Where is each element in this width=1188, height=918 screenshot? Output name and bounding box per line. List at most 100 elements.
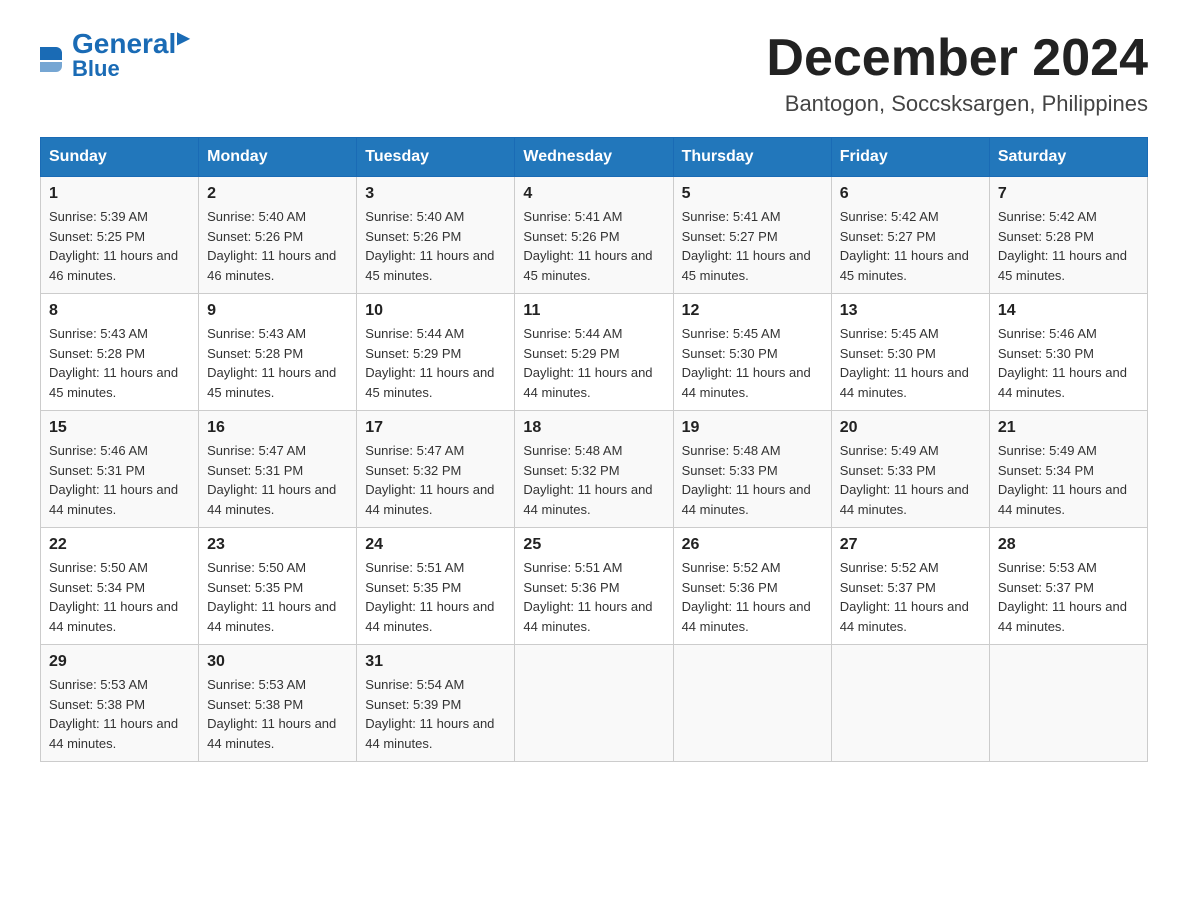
day-number: 11 <box>523 302 664 320</box>
day-number: 13 <box>840 302 981 320</box>
day-info: Sunrise: 5:52 AMSunset: 5:36 PMDaylight:… <box>682 558 823 636</box>
calendar-cell: 1 Sunrise: 5:39 AMSunset: 5:25 PMDaylight… <box>41 177 199 294</box>
calendar-week-row: 22Sunrise: 5:50 AMSunset: 5:34 PMDayligh… <box>41 528 1148 645</box>
col-header-thursday: Thursday <box>673 138 831 177</box>
day-number: 3 <box>365 185 506 203</box>
day-info: Sunrise: 5:49 AMSunset: 5:34 PMDaylight:… <box>998 441 1139 519</box>
calendar-cell: 17Sunrise: 5:47 AMSunset: 5:32 PMDayligh… <box>357 411 515 528</box>
col-header-friday: Friday <box>831 138 989 177</box>
calendar-cell: 28 Sunrise: 5:53 AMSunset: 5:37 PMDayligh… <box>989 528 1147 645</box>
day-number: 23 <box>207 536 348 554</box>
day-number: 14 <box>998 302 1139 320</box>
day-number: 8 <box>49 302 190 320</box>
calendar-cell <box>831 645 989 762</box>
calendar-cell: 18 Sunrise: 5:48 AMSunset: 5:32 PMDayligh… <box>515 411 673 528</box>
day-info: Sunrise: 5:53 AMSunset: 5:37 PMDaylight:… <box>998 558 1139 636</box>
day-number: 26 <box>682 536 823 554</box>
calendar-cell: 5 Sunrise: 5:41 AMSunset: 5:27 PMDaylight… <box>673 177 831 294</box>
day-number: 31 <box>365 653 506 671</box>
day-info: Sunrise: 5:51 AMSunset: 5:36 PMDaylight:… <box>523 558 664 636</box>
day-number: 10 <box>365 302 506 320</box>
day-number: 9 <box>207 302 348 320</box>
calendar-cell: 7Sunrise: 5:42 AMSunset: 5:28 PMDaylight… <box>989 177 1147 294</box>
calendar-cell <box>515 645 673 762</box>
calendar-cell: 23 Sunrise: 5:50 AMSunset: 5:35 PMDayligh… <box>199 528 357 645</box>
calendar-week-row: 29 Sunrise: 5:53 AMSunset: 5:38 PMDayligh… <box>41 645 1148 762</box>
day-number: 29 <box>49 653 190 671</box>
col-header-sunday: Sunday <box>41 138 199 177</box>
day-info: Sunrise: 5:53 AMSunset: 5:38 PMDaylight:… <box>49 675 190 753</box>
col-header-monday: Monday <box>199 138 357 177</box>
col-header-tuesday: Tuesday <box>357 138 515 177</box>
logo-flag-icon <box>40 47 62 72</box>
day-number: 19 <box>682 419 823 437</box>
day-info: Sunrise: 5:45 AMSunset: 5:30 PMDaylight:… <box>682 324 823 402</box>
day-info: Sunrise: 5:43 AMSunset: 5:28 PMDaylight:… <box>207 324 348 402</box>
calendar-cell: 12Sunrise: 5:45 AMSunset: 5:30 PMDayligh… <box>673 294 831 411</box>
col-header-wednesday: Wednesday <box>515 138 673 177</box>
day-number: 4 <box>523 185 664 203</box>
calendar-cell: 10 Sunrise: 5:44 AMSunset: 5:29 PMDayligh… <box>357 294 515 411</box>
day-number: 7 <box>998 185 1139 203</box>
day-info: Sunrise: 5:48 AMSunset: 5:32 PMDaylight:… <box>523 441 664 519</box>
calendar-cell: 3 Sunrise: 5:40 AMSunset: 5:26 PMDaylight… <box>357 177 515 294</box>
calendar-header-row: SundayMondayTuesdayWednesdayThursdayFrid… <box>41 138 1148 177</box>
calendar-cell: 25 Sunrise: 5:51 AMSunset: 5:36 PMDayligh… <box>515 528 673 645</box>
calendar-cell: 30Sunrise: 5:53 AMSunset: 5:38 PMDayligh… <box>199 645 357 762</box>
day-info: Sunrise: 5:48 AMSunset: 5:33 PMDaylight:… <box>682 441 823 519</box>
day-info: Sunrise: 5:41 AMSunset: 5:26 PMDaylight:… <box>523 207 664 285</box>
day-info: Sunrise: 5:43 AMSunset: 5:28 PMDaylight:… <box>49 324 190 402</box>
calendar-cell: 13 Sunrise: 5:45 AMSunset: 5:30 PMDayligh… <box>831 294 989 411</box>
day-number: 25 <box>523 536 664 554</box>
day-number: 24 <box>365 536 506 554</box>
day-info: Sunrise: 5:44 AMSunset: 5:29 PMDaylight:… <box>523 324 664 402</box>
calendar-cell: 9 Sunrise: 5:43 AMSunset: 5:28 PMDaylight… <box>199 294 357 411</box>
location-title: Bantogon, Soccsksargen, Philippines <box>766 91 1148 117</box>
month-title: December 2024 <box>766 30 1148 87</box>
calendar-cell: 14Sunrise: 5:46 AMSunset: 5:30 PMDayligh… <box>989 294 1147 411</box>
day-number: 21 <box>998 419 1139 437</box>
calendar-table: SundayMondayTuesdayWednesdayThursdayFrid… <box>40 137 1148 762</box>
calendar-cell: 24Sunrise: 5:51 AMSunset: 5:35 PMDayligh… <box>357 528 515 645</box>
day-number: 16 <box>207 419 348 437</box>
day-info: Sunrise: 5:45 AMSunset: 5:30 PMDaylight:… <box>840 324 981 402</box>
calendar-cell: 31Sunrise: 5:54 AMSunset: 5:39 PMDayligh… <box>357 645 515 762</box>
calendar-cell: 20 Sunrise: 5:49 AMSunset: 5:33 PMDayligh… <box>831 411 989 528</box>
col-header-saturday: Saturday <box>989 138 1147 177</box>
calendar-cell: 8 Sunrise: 5:43 AMSunset: 5:28 PMDaylight… <box>41 294 199 411</box>
calendar-cell: 4 Sunrise: 5:41 AMSunset: 5:26 PMDaylight… <box>515 177 673 294</box>
title-section: December 2024 Bantogon, Soccsksargen, Ph… <box>766 30 1148 117</box>
day-number: 6 <box>840 185 981 203</box>
day-info: Sunrise: 5:44 AMSunset: 5:29 PMDaylight:… <box>365 324 506 402</box>
day-info: Sunrise: 5:47 AMSunset: 5:31 PMDaylight:… <box>207 441 348 519</box>
day-info: Sunrise: 5:41 AMSunset: 5:27 PMDaylight:… <box>682 207 823 285</box>
logo-general-text: General▶ <box>72 30 190 58</box>
day-number: 28 <box>998 536 1139 554</box>
calendar-cell: 19 Sunrise: 5:48 AMSunset: 5:33 PMDayligh… <box>673 411 831 528</box>
calendar-cell: 26 Sunrise: 5:52 AMSunset: 5:36 PMDayligh… <box>673 528 831 645</box>
logo: General▶ Blue <box>40 30 190 82</box>
day-info: Sunrise: 5:49 AMSunset: 5:33 PMDaylight:… <box>840 441 981 519</box>
calendar-cell: 15Sunrise: 5:46 AMSunset: 5:31 PMDayligh… <box>41 411 199 528</box>
day-number: 1 <box>49 185 190 203</box>
calendar-cell <box>989 645 1147 762</box>
day-number: 18 <box>523 419 664 437</box>
day-info: Sunrise: 5:40 AMSunset: 5:26 PMDaylight:… <box>365 207 506 285</box>
day-info: Sunrise: 5:39 AMSunset: 5:25 PMDaylight:… <box>49 207 190 285</box>
calendar-cell: 29 Sunrise: 5:53 AMSunset: 5:38 PMDayligh… <box>41 645 199 762</box>
calendar-cell: 22Sunrise: 5:50 AMSunset: 5:34 PMDayligh… <box>41 528 199 645</box>
calendar-cell: 2Sunrise: 5:40 AMSunset: 5:26 PMDaylight… <box>199 177 357 294</box>
day-info: Sunrise: 5:46 AMSunset: 5:31 PMDaylight:… <box>49 441 190 519</box>
day-number: 20 <box>840 419 981 437</box>
calendar-week-row: 1 Sunrise: 5:39 AMSunset: 5:25 PMDaylight… <box>41 177 1148 294</box>
day-number: 22 <box>49 536 190 554</box>
day-info: Sunrise: 5:50 AMSunset: 5:35 PMDaylight:… <box>207 558 348 636</box>
day-number: 5 <box>682 185 823 203</box>
calendar-cell: 16 Sunrise: 5:47 AMSunset: 5:31 PMDayligh… <box>199 411 357 528</box>
page-header: General▶ Blue December 2024 Bantogon, So… <box>40 30 1148 117</box>
calendar-cell: 21 Sunrise: 5:49 AMSunset: 5:34 PMDayligh… <box>989 411 1147 528</box>
day-number: 27 <box>840 536 981 554</box>
day-info: Sunrise: 5:52 AMSunset: 5:37 PMDaylight:… <box>840 558 981 636</box>
calendar-cell: 27 Sunrise: 5:52 AMSunset: 5:37 PMDayligh… <box>831 528 989 645</box>
calendar-cell: 6Sunrise: 5:42 AMSunset: 5:27 PMDaylight… <box>831 177 989 294</box>
